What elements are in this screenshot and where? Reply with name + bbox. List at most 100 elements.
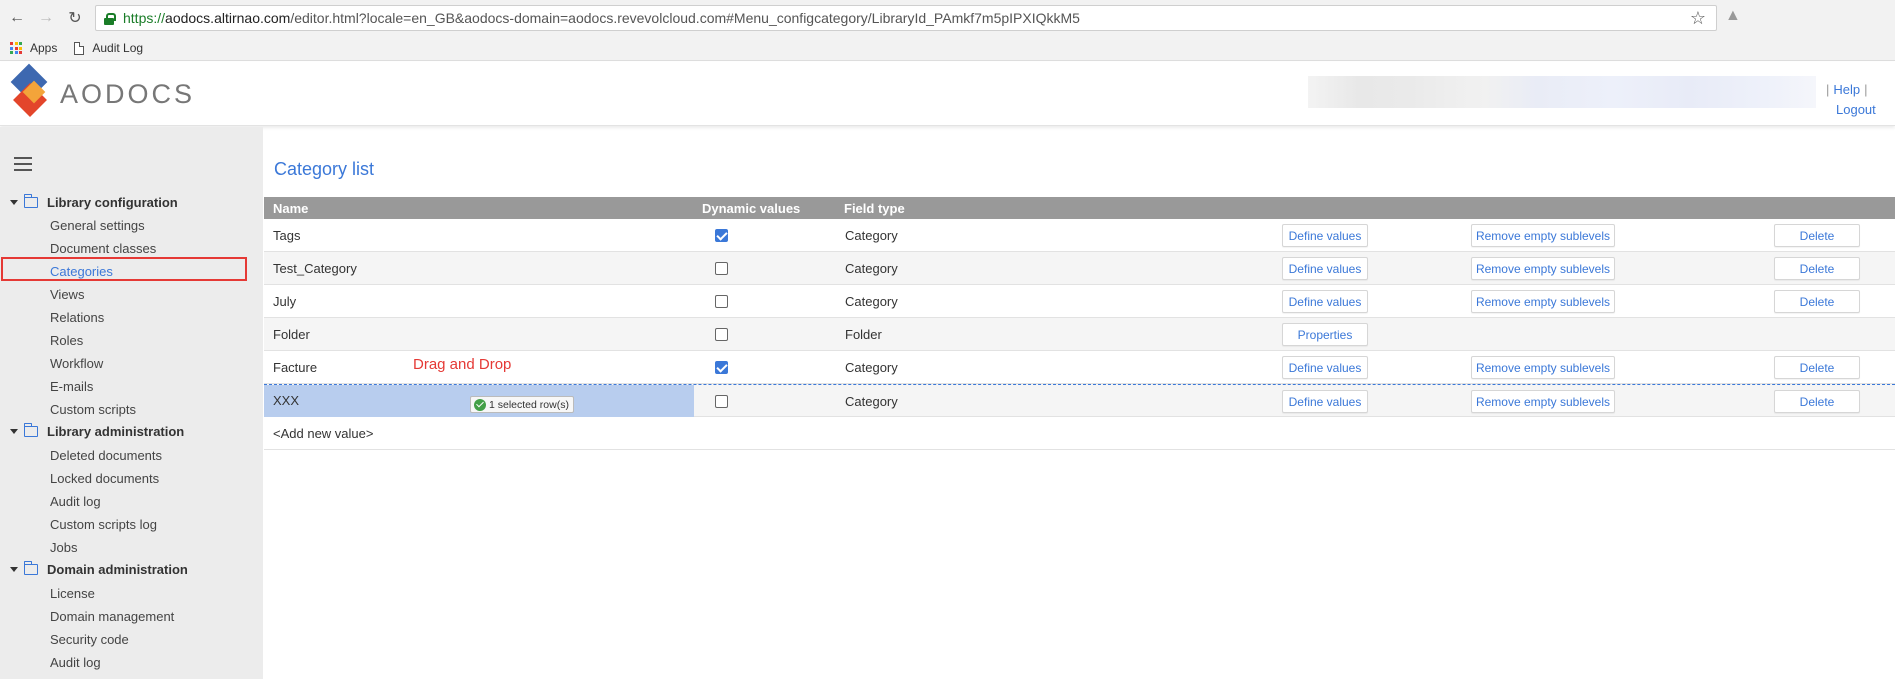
sidebar-item-domain-management[interactable]: Domain management xyxy=(50,609,174,624)
sidebar-item-emails[interactable]: E-mails xyxy=(50,379,93,394)
dynamic-values-checkbox[interactable] xyxy=(715,262,728,275)
column-header-name: Name xyxy=(273,201,309,216)
remove-empty-sublevels-button[interactable]: Remove empty sublevels xyxy=(1471,290,1615,313)
category-name: Folder xyxy=(273,327,310,342)
dynamic-values-checkbox[interactable] xyxy=(715,328,728,341)
sidebar-item-audit-log[interactable]: Audit log xyxy=(50,494,101,509)
delete-button[interactable]: Delete xyxy=(1774,224,1860,247)
app-header: AODOCS | Help | Logout xyxy=(0,62,1895,126)
sidebar-item-relations[interactable]: Relations xyxy=(50,310,104,325)
sidebar-item-security-code[interactable]: Security code xyxy=(50,632,129,647)
sidebar-item-workflow[interactable]: Workflow xyxy=(50,356,103,371)
remove-empty-sublevels-button[interactable]: Remove empty sublevels xyxy=(1471,356,1615,379)
add-new-value-row[interactable]: <Add new value> xyxy=(264,417,1895,450)
table-row-selected[interactable]: XXX 1 selected row(s) Category Define va… xyxy=(264,384,1895,417)
dynamic-values-checkbox[interactable] xyxy=(715,395,728,408)
define-values-button[interactable]: Define values xyxy=(1282,257,1368,280)
browser-chrome: ← → ↻ https://aodocs.altirnao.com/editor… xyxy=(0,0,1895,61)
section-domain-administration[interactable]: Domain administration xyxy=(10,561,188,577)
column-header-field-type: Field type xyxy=(844,201,905,216)
field-type: Category xyxy=(845,394,898,409)
sidebar-item-views[interactable]: Views xyxy=(50,287,84,302)
folder-icon xyxy=(23,561,38,575)
sidebar: Library configuration General settings D… xyxy=(0,127,263,679)
url-text: https://aodocs.altirnao.com/editor.html?… xyxy=(123,10,1080,26)
table-row[interactable]: Tags Category Define values Remove empty… xyxy=(264,219,1895,252)
category-name: July xyxy=(273,294,297,309)
column-header-dynamic-values: Dynamic values xyxy=(702,201,801,216)
sidebar-item-document-classes[interactable]: Document classes xyxy=(50,241,156,256)
field-type: Category xyxy=(845,360,898,375)
remove-empty-sublevels-button[interactable]: Remove empty sublevels xyxy=(1471,224,1615,247)
logo-mark-icon xyxy=(10,63,50,120)
forward-arrow-icon[interactable]: → xyxy=(34,6,58,30)
section-library-administration[interactable]: Library administration xyxy=(10,423,184,439)
field-type: Folder xyxy=(845,327,882,342)
category-name: Test_Category xyxy=(273,261,357,276)
address-bar[interactable]: https://aodocs.altirnao.com/editor.html?… xyxy=(95,5,1717,31)
category-table: Name Dynamic values Field type Tags Cate… xyxy=(264,197,1895,450)
bookmarks-bar: Apps Audit Log xyxy=(0,35,160,61)
dynamic-values-checkbox[interactable] xyxy=(715,361,728,374)
delete-button[interactable]: Delete xyxy=(1774,390,1860,413)
dynamic-values-checkbox[interactable] xyxy=(715,229,728,242)
star-icon[interactable]: ☆ xyxy=(1690,8,1706,29)
dynamic-values-checkbox[interactable] xyxy=(715,295,728,308)
field-type: Category xyxy=(845,261,898,276)
sidebar-item-custom-scripts[interactable]: Custom scripts xyxy=(50,402,136,417)
folder-icon xyxy=(23,194,38,208)
reload-icon[interactable]: ↻ xyxy=(63,6,87,30)
sidebar-item-locked-documents[interactable]: Locked documents xyxy=(50,471,159,486)
bookmark-audit-log[interactable]: Audit Log xyxy=(74,41,143,55)
section-library-configuration[interactable]: Library configuration xyxy=(10,194,178,210)
page-icon xyxy=(74,41,85,55)
drag-and-drop-annotation: Drag and Drop xyxy=(413,356,512,373)
define-values-button[interactable]: Define values xyxy=(1282,356,1368,379)
sidebar-item-jobs[interactable]: Jobs xyxy=(50,540,77,555)
field-type: Category xyxy=(845,294,898,309)
define-values-button[interactable]: Define values xyxy=(1282,224,1368,247)
help-link[interactable]: Help xyxy=(1833,82,1860,97)
category-name: XXX xyxy=(273,393,300,408)
table-header: Name Dynamic values Field type xyxy=(264,197,1895,219)
delete-button[interactable]: Delete xyxy=(1774,290,1860,313)
user-info-blurred xyxy=(1308,76,1816,108)
hamburger-menu-icon[interactable] xyxy=(14,157,32,175)
sidebar-item-deleted-documents[interactable]: Deleted documents xyxy=(50,448,162,463)
caret-down-icon xyxy=(10,429,18,434)
delete-button[interactable]: Delete xyxy=(1774,257,1860,280)
remove-empty-sublevels-button[interactable]: Remove empty sublevels xyxy=(1471,390,1615,413)
sidebar-item-domain-audit-log[interactable]: Audit log xyxy=(50,655,101,670)
lock-icon xyxy=(104,12,116,25)
delete-button[interactable]: Delete xyxy=(1774,356,1860,379)
folder-icon xyxy=(23,423,38,437)
page-title: Category list xyxy=(274,159,375,179)
table-row[interactable]: Folder Folder Properties xyxy=(264,318,1895,351)
add-new-value-link[interactable]: <Add new value> xyxy=(273,426,373,441)
category-name: Tags xyxy=(273,228,301,243)
apps-grid-icon xyxy=(10,42,22,54)
check-circle-icon xyxy=(474,398,486,411)
table-row[interactable]: Facture Drag and Drop Category Define va… xyxy=(264,351,1895,384)
sidebar-item-roles[interactable]: Roles xyxy=(50,333,83,348)
back-arrow-icon[interactable]: ← xyxy=(5,6,29,30)
category-name: Facture xyxy=(273,360,318,375)
define-values-button[interactable]: Define values xyxy=(1282,290,1368,313)
sidebar-item-license[interactable]: License xyxy=(50,586,95,601)
caret-down-icon xyxy=(10,200,18,205)
table-row[interactable]: Test_Category Category Define values Rem… xyxy=(264,252,1895,285)
caret-down-icon xyxy=(10,567,18,572)
extension-icon[interactable]: ▲ xyxy=(1725,7,1741,25)
sidebar-item-general-settings[interactable]: General settings xyxy=(50,218,145,233)
drag-selection-badge: 1 selected row(s) xyxy=(470,396,574,413)
table-row[interactable]: July Category Define values Remove empty… xyxy=(264,285,1895,318)
define-values-button[interactable]: Define values xyxy=(1282,390,1368,413)
logout-link[interactable]: Logout xyxy=(1836,102,1876,117)
remove-empty-sublevels-button[interactable]: Remove empty sublevels xyxy=(1471,257,1615,280)
field-type: Category xyxy=(845,228,898,243)
aodocs-logo[interactable]: AODOCS xyxy=(10,63,195,120)
sidebar-item-custom-scripts-log[interactable]: Custom scripts log xyxy=(50,517,157,532)
active-item-highlight xyxy=(1,257,247,281)
bookmark-apps[interactable]: Apps xyxy=(10,41,57,55)
properties-button[interactable]: Properties xyxy=(1282,323,1368,346)
